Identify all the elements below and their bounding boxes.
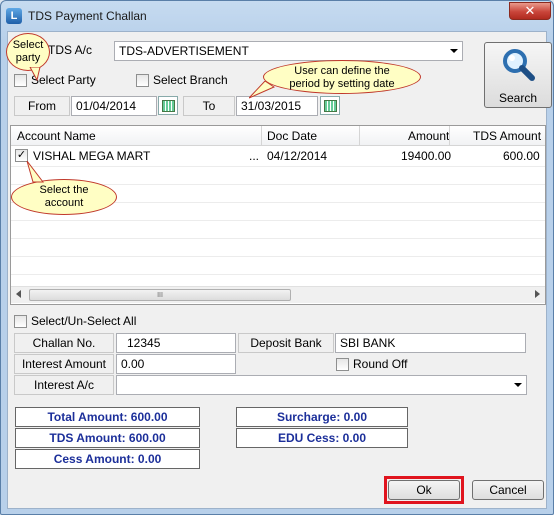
accounts-grid: Account Name Doc Date Amount TDS Amount … [10, 125, 546, 305]
ok-button[interactable]: Ok [388, 480, 460, 500]
search-button-label: Search [498, 91, 538, 105]
to-date-input[interactable]: 31/03/2015 [236, 96, 318, 116]
select-party-callout-tail [29, 67, 41, 81]
cess-amount-box: Cess Amount: 0.00 [15, 449, 200, 469]
interest-amount-label: Interest Amount [14, 354, 114, 374]
tds-payment-challan-window: L TDS Payment Challan ✕ TDS A/c TDS-ADVE… [0, 0, 554, 515]
select-party-checkbox[interactable] [14, 74, 27, 87]
from-label: From [14, 96, 70, 116]
tds-amount-box: TDS Amount: 600.00 [15, 428, 200, 448]
col-amount[interactable]: Amount [408, 129, 449, 143]
to-label: To [183, 96, 235, 116]
period-callout: User can define the period by setting da… [263, 60, 421, 94]
chevron-down-icon [450, 49, 458, 53]
row-account-name: VISHAL MEGA MART [33, 149, 151, 163]
select-party-callout: Select party [6, 33, 50, 71]
calendar-icon [324, 100, 337, 112]
chevron-down-icon [514, 383, 522, 387]
account-callout: Select the account [11, 179, 117, 215]
grid-header: Account Name Doc Date Amount TDS Amount [11, 126, 545, 146]
select-all-checkbox[interactable] [14, 315, 27, 328]
check-icon: ✓ [16, 149, 27, 161]
close-button[interactable]: ✕ [509, 2, 551, 20]
scrollbar-thumb[interactable]: III [29, 289, 291, 301]
app-icon: L [6, 8, 22, 24]
title-bar: L TDS Payment Challan ✕ [1, 1, 553, 31]
edu-cess-box: EDU Cess: 0.00 [236, 428, 408, 448]
row-amount: 19400.00 [401, 149, 452, 163]
col-tds-amount[interactable]: TDS Amount [473, 129, 541, 143]
interest-amount-input[interactable]: 0.00 [116, 354, 236, 374]
interest-ac-label: Interest A/c [14, 375, 114, 395]
surcharge-box: Surcharge: 0.00 [236, 407, 408, 427]
deposit-bank-input[interactable]: SBI BANK [335, 333, 526, 353]
table-row[interactable]: ✓ VISHAL MEGA MART ... 04/12/2014 19400.… [11, 147, 545, 165]
dialog-body: TDS A/c TDS-ADVERTISEMENT Select Party S… [7, 31, 552, 509]
select-branch-checkbox[interactable] [136, 74, 149, 87]
deposit-bank-label: Deposit Bank [238, 333, 334, 353]
tds-ac-label: TDS A/c [48, 43, 93, 57]
period-callout-tail [249, 81, 275, 99]
round-off-label: Round Off [353, 357, 408, 371]
search-button[interactable]: Search [484, 42, 552, 108]
tds-ac-select[interactable]: TDS-ADVERTISEMENT [114, 41, 463, 61]
interest-ac-select[interactable] [116, 375, 527, 395]
calendar-icon [162, 100, 175, 112]
round-off-checkbox[interactable] [336, 358, 349, 371]
row-doc-date: 04/12/2014 [267, 149, 328, 163]
col-account-name[interactable]: Account Name [17, 129, 96, 143]
col-doc-date[interactable]: Doc Date [267, 129, 317, 143]
row-tds-amount: 600.00 [503, 149, 540, 163]
challan-no-input[interactable]: 12345 [116, 333, 236, 353]
from-calendar-button[interactable] [158, 96, 178, 115]
cancel-button[interactable]: Cancel [472, 480, 544, 500]
window-title: TDS Payment Challan [28, 9, 147, 23]
select-branch-label: Select Branch [153, 73, 228, 87]
from-date-input[interactable]: 01/04/2014 [71, 96, 157, 116]
total-amount-box: Total Amount: 600.00 [15, 407, 200, 427]
challan-no-label: Challan No. [14, 333, 114, 353]
scroll-right-icon[interactable] [535, 290, 540, 298]
close-icon: ✕ [524, 3, 536, 18]
horizontal-scrollbar[interactable]: III [11, 286, 545, 303]
account-callout-tail [26, 161, 45, 183]
select-all-label: Select/Un-Select All [31, 314, 137, 328]
search-icon [503, 49, 535, 81]
row-ellipsis[interactable]: ... [249, 149, 259, 163]
tds-ac-value: TDS-ADVERTISEMENT [119, 44, 249, 58]
to-calendar-button[interactable] [320, 96, 340, 115]
scroll-left-icon[interactable] [16, 290, 21, 298]
